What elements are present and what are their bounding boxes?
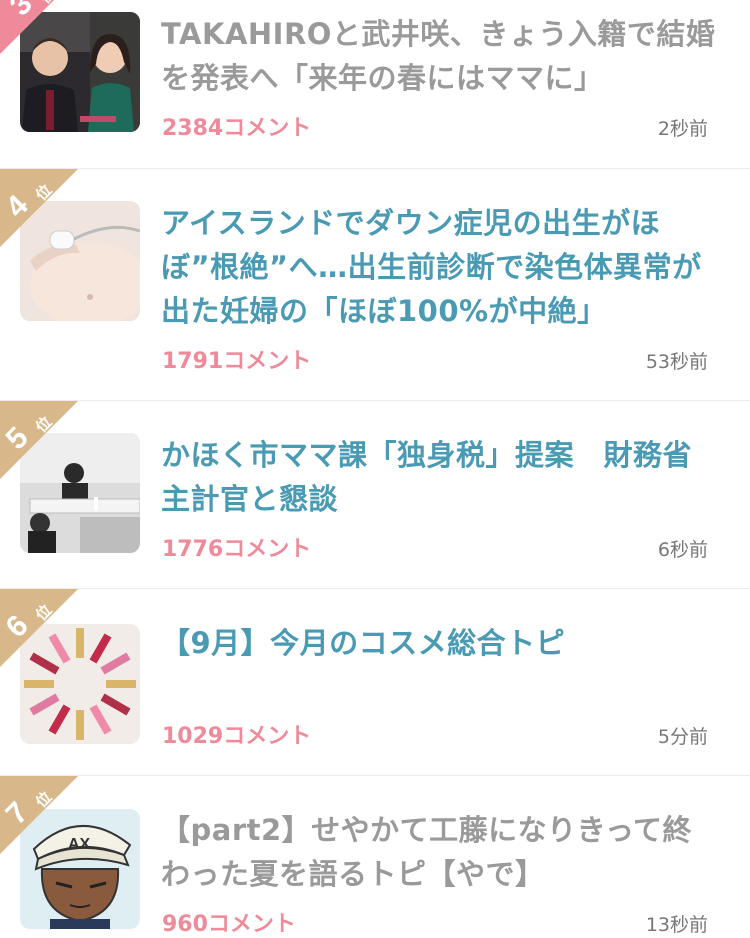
timestamp: 13秒前 (645, 914, 708, 936)
rank-badge: 3 位 (0, 0, 78, 54)
list-item[interactable]: 7 位 AX 【part2】せやかて工藤になりきって終わった夏を語るトピ【やで】… (0, 776, 750, 938)
comment-count: 960コメント (162, 912, 296, 937)
timestamp: 53秒前 (645, 351, 708, 373)
topic-title[interactable]: かほく市ママ課「独身税」提案 財務省主計官と懇談 (161, 433, 721, 521)
list-item[interactable]: 6 位 【9月】今月のコスメ総合トピ 1029コメント 5分前 (0, 589, 750, 776)
timestamp: 6秒前 (657, 539, 708, 561)
topic-title[interactable]: アイスランドでダウン症児の出生がほぼ”根絶”へ…出生前診断で染色体異常が出た妊婦… (161, 201, 721, 333)
topic-title[interactable]: 【part2】せやかて工藤になりきって終わった夏を語るトピ【やで】 (161, 808, 721, 896)
comment-count: 1791コメント (162, 349, 312, 374)
rank-badge: 4 位 (0, 169, 78, 247)
topic-title[interactable]: TAKAHIROと武井咲、きょう入籍で結婚を発表へ「来年の春にはママに」 (161, 12, 721, 100)
comment-count: 1776コメント (162, 537, 312, 562)
list-item[interactable]: 5 位 かほく市ママ課「独身税」提案 財務省主計官と懇談 1776コメント 6秒… (0, 401, 750, 589)
rank-badge: 5 位 (0, 401, 78, 479)
rank-badge: 7 位 (0, 776, 78, 854)
list-item[interactable]: 4 位 アイスランドでダウン症児の出生がほぼ”根絶”へ…出生前診断で染色体異常が… (0, 169, 750, 401)
rank-badge: 6 位 (0, 589, 78, 667)
list-item[interactable]: 3 位 TAKAHIROと武井咲、きょう入籍で結婚を発表へ「来年の春にはママに」… (0, 0, 750, 169)
timestamp: 5分前 (657, 726, 708, 748)
topic-title[interactable]: 【9月】今月のコスメ総合トピ (161, 621, 721, 665)
timestamp: 2秒前 (657, 118, 708, 140)
comment-count: 2384コメント (162, 116, 312, 141)
comment-count: 1029コメント (162, 724, 312, 749)
